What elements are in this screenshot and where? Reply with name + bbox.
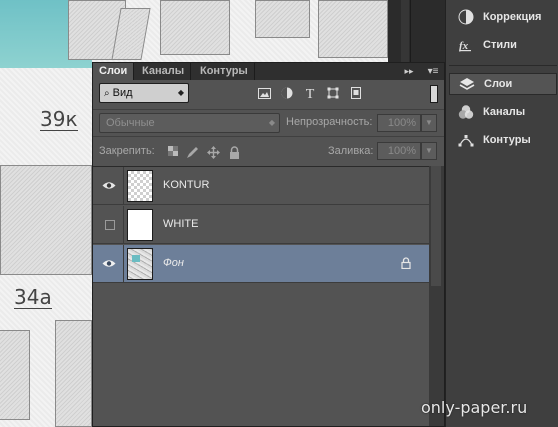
- blend-mode-value: Обычные: [106, 117, 155, 129]
- panel-dock: Коррекция fx Стили Слои Каналы Контуры: [445, 0, 558, 427]
- layers-scrollbar[interactable]: [429, 166, 444, 426]
- styles-icon: fx: [455, 34, 477, 56]
- fill-label: Заливка:: [328, 145, 374, 157]
- paths-icon: [455, 129, 477, 151]
- layer-name[interactable]: WHITE: [163, 218, 198, 230]
- layer-lock-icon: [401, 257, 411, 272]
- collapse-panel-button[interactable]: ▸▸: [401, 63, 417, 80]
- opacity-dropdown-button[interactable]: ▼: [421, 114, 437, 132]
- dock-item-label: Коррекция: [483, 11, 542, 23]
- layer-name[interactable]: Фон: [163, 257, 184, 269]
- layers-panel: Слои Каналы Контуры ▸▸ ▾≡ ⌕ Вид ◆ T Обыч…: [92, 62, 445, 427]
- blend-row: Обычные ◆ Непрозрачность: 100% ▼: [93, 109, 444, 135]
- smart-object-filter-icon[interactable]: [348, 87, 364, 103]
- dock-item-layers[interactable]: Слои: [449, 73, 557, 95]
- tab-channels[interactable]: Каналы: [136, 63, 192, 80]
- search-icon: ⌕: [104, 88, 110, 99]
- dock-item-adjustments[interactable]: Коррекция: [449, 6, 557, 28]
- dock-item-label: Каналы: [483, 106, 526, 118]
- lock-image-pixels-icon[interactable]: [185, 146, 199, 160]
- watermark-text: only-paper.ru: [421, 398, 528, 417]
- visibility-toggle-empty[interactable]: [105, 220, 115, 230]
- layer-thumbnail: [127, 209, 153, 241]
- lock-all-icon[interactable]: [227, 146, 241, 160]
- dock-item-channels[interactable]: Каналы: [449, 101, 557, 123]
- paper-piece: [0, 330, 30, 420]
- paper-piece: [318, 0, 388, 58]
- layer-thumbnail: [127, 170, 153, 202]
- lock-transparent-pixels-icon[interactable]: [166, 146, 180, 160]
- dock-item-paths[interactable]: Контуры: [449, 129, 557, 151]
- layers-list: KONTUR WHITE Фон: [93, 166, 429, 426]
- tab-layers[interactable]: Слои: [93, 63, 135, 80]
- dock-item-label: Стили: [483, 39, 517, 51]
- paper-piece: [160, 0, 230, 55]
- type-filter-icon[interactable]: T: [302, 87, 318, 103]
- adjustment-filter-icon[interactable]: [279, 87, 295, 103]
- layer-thumbnail: [127, 248, 153, 280]
- layer-row-selected[interactable]: Фон: [93, 245, 429, 283]
- tab-paths[interactable]: Контуры: [194, 63, 255, 80]
- updown-arrows-icon: ◆: [177, 88, 184, 97]
- adjustments-icon: [455, 6, 477, 28]
- paper-piece: [55, 320, 92, 427]
- dock-item-styles[interactable]: fx Стили: [449, 34, 557, 56]
- lock-label: Закрепить:: [99, 145, 155, 157]
- paper-piece: [255, 0, 310, 38]
- filter-kind-value: Вид: [112, 87, 133, 99]
- visibility-eye-icon[interactable]: [99, 253, 119, 273]
- piece-number-label: 39к: [40, 107, 78, 131]
- dock-item-label: Слои: [484, 78, 513, 90]
- layers-icon: [456, 73, 478, 95]
- lock-row: Закрепить: Заливка: 100% ▼: [93, 136, 444, 166]
- opacity-input[interactable]: 100%: [377, 114, 421, 132]
- blend-mode-select[interactable]: Обычные ◆: [99, 113, 280, 133]
- opacity-label: Непрозрачность:: [286, 116, 373, 128]
- layer-row[interactable]: WHITE: [93, 206, 429, 244]
- layer-row[interactable]: KONTUR: [93, 167, 429, 205]
- filter-kind-select[interactable]: ⌕ Вид ◆: [99, 83, 189, 103]
- filter-toggle-switch[interactable]: [430, 85, 438, 103]
- shape-filter-icon[interactable]: [325, 87, 341, 103]
- panel-tab-bar: Слои Каналы Контуры ▸▸ ▾≡: [93, 63, 444, 80]
- channels-icon: [455, 101, 477, 123]
- updown-arrows-icon: ◆: [268, 118, 275, 127]
- fill-input[interactable]: 100%: [377, 142, 421, 160]
- image-filter-icon[interactable]: [256, 87, 272, 103]
- visibility-eye-icon[interactable]: [99, 175, 119, 195]
- panel-menu-button[interactable]: ▾≡: [423, 63, 443, 80]
- paper-piece: [0, 165, 92, 275]
- layer-name[interactable]: KONTUR: [163, 179, 209, 191]
- piece-number-label: 34а: [14, 285, 52, 309]
- fill-dropdown-button[interactable]: ▼: [421, 142, 437, 160]
- dock-item-label: Контуры: [483, 134, 531, 146]
- lock-position-icon[interactable]: [206, 146, 220, 160]
